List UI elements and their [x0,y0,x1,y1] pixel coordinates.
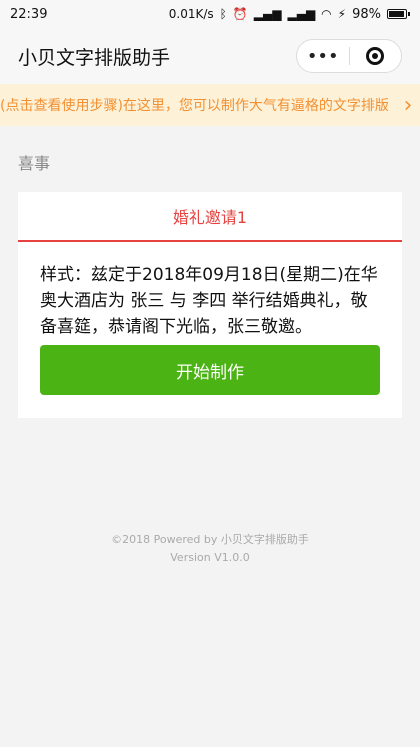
chevron-right-icon[interactable]: › [396,93,420,118]
alarm-icon: ⏰ [232,7,248,21]
bluetooth-icon: ᛒ [219,7,227,21]
template-card: 婚礼邀请1 样式：兹定于2018年09月18日(星期二)在华奥大酒店为 张三 与… [18,192,402,418]
start-making-button[interactable]: 开始制作 [40,345,380,395]
close-circle-icon [366,47,385,65]
notice-text[interactable]: (点击查看使用步骤)在这里，您可以制作大气有逼格的文字排版 [0,95,396,115]
version-text: Version V1.0.0 [170,551,250,564]
footer: ©2018 Powered by 小贝文字排版助手 Version V1.0.0 [0,531,420,567]
more-button[interactable]: ••• [297,40,349,72]
card-body: 样式：兹定于2018年09月18日(星期二)在华奥大酒店为 张三 与 李四 举行… [18,242,402,342]
charging-icon: ⚡ [337,7,347,21]
network-speed: 0.01K/s [168,7,214,21]
status-time: 22:39 [10,6,48,22]
close-button[interactable] [350,40,402,72]
battery-percent: 98% [352,6,381,22]
nav-bar: 小贝文字排版助手 ••• [0,28,420,84]
status-bar: 22:39 0.01K/s ᛒ ⏰ ▂▄▆ ▂▄▆ ◠ ⚡ 98% [0,0,420,28]
tab-bar: 婚礼邀请1 [18,192,402,242]
section-title: 喜事 [18,154,51,173]
wifi-icon: ◠ [321,7,332,21]
menu-capsule: ••• [296,39,402,73]
powered-by-text: ©2018 Powered by 小贝文字排版助手 [111,533,309,546]
battery-icon [387,9,410,19]
signal-icon: ▂▄▆ [253,7,282,21]
page-title: 小贝文字排版助手 [18,46,171,69]
template-preview-text: 样式：兹定于2018年09月18日(星期二)在华奥大酒店为 张三 与 李四 举行… [40,265,378,337]
notice-bar[interactable]: (点击查看使用步骤)在这里，您可以制作大气有逼格的文字排版 › [0,84,420,126]
tab-wedding-invite-1[interactable]: 婚礼邀请1 [173,204,247,228]
signal-2-icon: ▂▄▆ [287,7,316,21]
more-dots-icon: ••• [306,45,339,67]
status-icons: 0.01K/s ᛒ ⏰ ▂▄▆ ▂▄▆ ◠ ⚡ 98% [169,7,410,22]
